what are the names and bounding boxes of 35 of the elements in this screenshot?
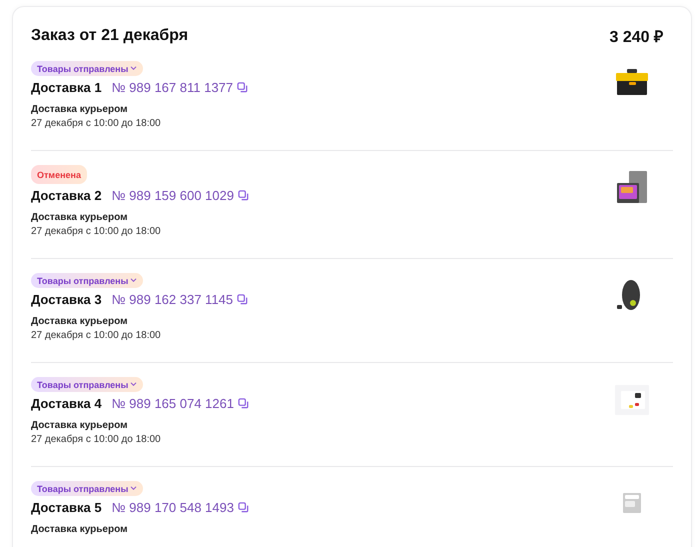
delivery-title: Доставка 2	[31, 188, 102, 203]
delivery-date: 27 декабря с 10:00 до 18:00	[31, 118, 161, 129]
copy-icon[interactable]	[237, 82, 248, 93]
delivery-title: Доставка 5	[31, 500, 102, 515]
delivery-method: Доставка курьером	[31, 104, 128, 115]
tracking-number: № 989 167 811 1377	[112, 80, 234, 95]
delivery-title: Доставка 4	[31, 396, 102, 411]
copy-icon[interactable]	[238, 502, 249, 513]
delivery-title: Доставка 3	[31, 292, 102, 307]
status-dropdown[interactable]: Товары отправлены	[31, 481, 144, 496]
delivery-date: 27 декабря с 10:00 до 18:00	[31, 226, 161, 237]
copy-icon[interactable]	[238, 398, 249, 409]
chevron-down-icon	[130, 382, 138, 387]
status-badge: Отменена	[31, 165, 87, 184]
tracking-number: № 989 165 074 1261	[112, 396, 234, 411]
delivery-method: Доставка курьером	[31, 316, 128, 327]
delivery-date: 27 декабря с 10:00 до 18:00	[31, 330, 161, 341]
chevron-down-icon	[130, 486, 138, 491]
status-dropdown[interactable]: Товары отправлены	[31, 61, 144, 76]
tracking-number: № 989 159 600 1029	[112, 188, 234, 203]
tracking-number: № 989 170 548 1493	[112, 500, 234, 515]
delivery-method: Доставка курьером	[31, 524, 128, 535]
delivery-title: Доставка 1	[31, 80, 102, 95]
delivery-date: 27 декабря с 10:00 до 18:00	[31, 434, 161, 445]
delivery-method: Доставка курьером	[31, 212, 128, 223]
delivery-method: Доставка курьером	[31, 420, 128, 431]
chevron-down-icon	[130, 278, 138, 283]
order-title: Заказ от 21 декабря	[31, 27, 188, 45]
order-total: 3 240 ₽	[610, 28, 663, 47]
copy-icon[interactable]	[238, 190, 249, 201]
tracking-number: № 989 162 337 1145	[112, 292, 234, 307]
chevron-down-icon	[130, 66, 138, 71]
copy-icon[interactable]	[237, 294, 248, 305]
status-dropdown[interactable]: Товары отправлены	[31, 273, 144, 288]
status-dropdown[interactable]: Товары отправлены	[31, 377, 144, 392]
